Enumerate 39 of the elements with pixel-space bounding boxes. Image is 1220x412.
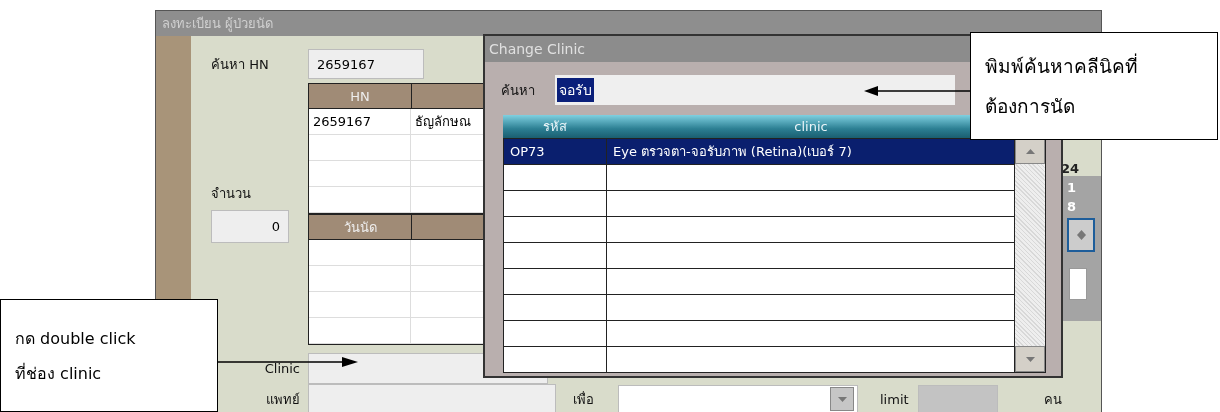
search-hn-label: ค้นหา HN [211, 55, 270, 74]
up-arrow-icon [1076, 230, 1086, 235]
selected-text: จอรับ [557, 78, 594, 102]
column-header: clinic [793, 118, 829, 136]
search-label: ค้นหา [501, 81, 535, 100]
dialog-title: Change Clinic [489, 41, 586, 57]
column-header: รหัส [541, 118, 568, 136]
spinner[interactable] [1067, 218, 1095, 252]
caret-icon [837, 396, 847, 402]
down-arrow-icon [1025, 356, 1035, 362]
purpose-label: เพื่อ [573, 390, 595, 409]
total-number: 24 [1060, 161, 1081, 176]
scrollbar[interactable] [1014, 138, 1045, 372]
column-header: HN [309, 84, 412, 108]
input-field[interactable] [1069, 268, 1087, 300]
doctor-label: แพทย์ [266, 390, 301, 409]
unit-label: คน [1044, 390, 1062, 409]
number-text: 1 [1066, 180, 1078, 195]
callout-text: ต้องการนัด [985, 94, 1076, 119]
window-title: ลงทะเบียน ผู้ป่วยนัด [162, 15, 274, 34]
limit-label: limit [880, 391, 910, 407]
down-arrow-icon [1076, 235, 1086, 240]
callout-text: กด double click [15, 327, 137, 350]
search-field[interactable]: จอรับ [555, 75, 955, 105]
up-arrow-icon [1025, 148, 1035, 154]
count-field: 0 [211, 210, 289, 243]
clinic-label: Clinic [264, 361, 301, 376]
callout-text: ที่ช่อง clinic [15, 362, 103, 385]
table-cell: 2659167 [309, 109, 411, 134]
count-label: จำนวน [211, 185, 252, 203]
callout-text: พิมพ์ค้นหาคลีนิคที่ [985, 52, 1139, 79]
purpose-dropdown[interactable] [618, 385, 858, 412]
table-cell-text: Eye ตรวจตา-จอรับภาพ (Retina)(เบอร์ 7) [612, 143, 853, 161]
column-header: วันนัด [309, 215, 412, 239]
doctor-field[interactable] [308, 384, 556, 412]
clinic-row[interactable]: OP73 Eye ตรวจตา-จอรับภาพ (Retina)(เบอร์ 7) [504, 138, 1014, 164]
number-text: 8 [1066, 199, 1078, 214]
hn-input-field[interactable]: 2659167 [308, 49, 424, 79]
limit-field[interactable] [918, 385, 998, 412]
